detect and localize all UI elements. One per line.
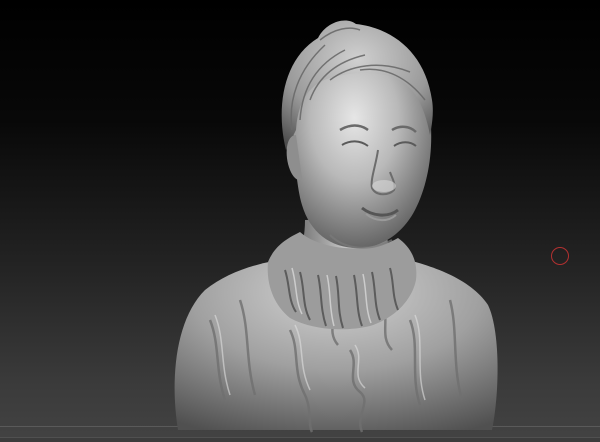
sculpt-viewport[interactable] [0,0,600,442]
brush-cursor-icon [551,247,569,265]
sculpted-bust-model[interactable] [0,0,600,442]
